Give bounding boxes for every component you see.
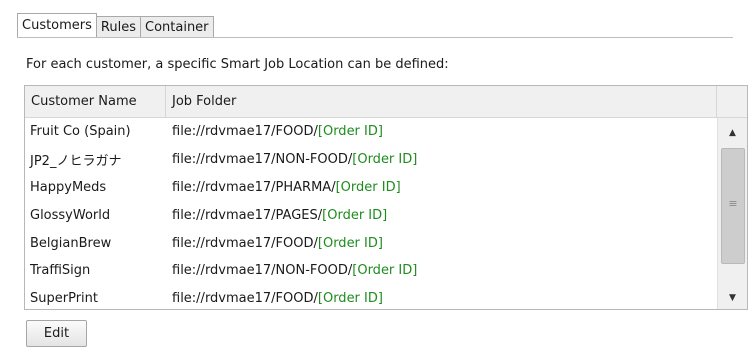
scroll-down-icon[interactable]: ▼ <box>718 293 747 303</box>
table-row[interactable]: TraffiSign file://rdvmae17/NON-FOOD/[Ord… <box>25 257 717 285</box>
order-id-token: [Order ID] <box>317 235 383 251</box>
edit-button[interactable]: Edit <box>26 320 87 347</box>
tab-customers[interactable]: Customers <box>17 13 97 37</box>
job-folder-path: file://rdvmae17/NON-FOOD/ <box>172 152 353 168</box>
order-id-token: [Order ID] <box>322 207 388 223</box>
job-folder-path: file://rdvmae17/FOOD/ <box>172 124 318 140</box>
job-folder-cell: file://rdvmae17/PHARMA/[Order ID] <box>166 180 401 195</box>
tab-rules[interactable]: Rules <box>95 16 141 37</box>
order-id-token: [Order ID] <box>317 291 383 307</box>
column-header-customer-name[interactable]: Customer Name <box>25 86 166 117</box>
table-row[interactable]: BelgianBrew file://rdvmae17/FOOD/[Order … <box>25 229 717 257</box>
vertical-scrollbar[interactable]: ▲ ≡ ▼ <box>717 118 747 309</box>
customer-name-cell: BelgianBrew <box>30 235 112 251</box>
table-body: Fruit Co (Spain) file://rdvmae17/FOOD/[O… <box>25 118 717 309</box>
job-folder-path: file://rdvmae17/FOOD/ <box>172 291 318 307</box>
scroll-up-icon[interactable]: ▲ <box>718 128 747 138</box>
job-folder-cell: file://rdvmae17/NON-FOOD/[Order ID] <box>166 263 417 278</box>
order-id-token: [Order ID] <box>352 152 418 168</box>
job-folder-cell: file://rdvmae17/NON-FOOD/[Order ID] <box>166 152 417 167</box>
grip-icon: ≡ <box>728 197 738 210</box>
order-id-token: [Order ID] <box>317 124 383 140</box>
job-folder-cell: file://rdvmae17/FOOD/[Order ID] <box>166 124 383 139</box>
order-id-token: [Order ID] <box>352 263 418 279</box>
job-folder-path: file://rdvmae17/PAGES/ <box>172 207 323 223</box>
scrollbar-thumb[interactable]: ≡ <box>721 148 745 264</box>
table-row[interactable]: JP2_ノヒラガナ file://rdvmae17/NON-FOOD/[Orde… <box>25 146 717 174</box>
table-row[interactable]: GlossyWorld file://rdvmae17/PAGES/[Order… <box>25 201 717 229</box>
customer-name-cell: TraffiSign <box>30 263 91 279</box>
table-row[interactable]: Fruit Co (Spain) file://rdvmae17/FOOD/[O… <box>25 118 717 146</box>
customer-name-cell: HappyMeds <box>30 179 107 195</box>
job-folder-path: file://rdvmae17/NON-FOOD/ <box>172 263 353 279</box>
order-id-token: [Order ID] <box>335 179 401 195</box>
job-folder-path: file://rdvmae17/PHARMA/ <box>172 179 336 195</box>
description-text: For each customer, a specific Smart Job … <box>26 57 449 72</box>
customer-name-cell: JP2_ノヒラガナ <box>30 154 122 170</box>
job-folder-cell: file://rdvmae17/FOOD/[Order ID] <box>166 236 383 251</box>
tab-bar: Customers Rules Container <box>17 13 214 37</box>
customer-name-cell: GlossyWorld <box>30 207 111 223</box>
header-corner <box>716 86 747 117</box>
table-row[interactable]: SuperPrint file://rdvmae17/FOOD/[Order I… <box>25 285 717 309</box>
customer-name-cell: Fruit Co (Spain) <box>30 124 131 140</box>
job-folder-path: file://rdvmae17/FOOD/ <box>172 235 318 251</box>
table-header: Customer Name Job Folder <box>25 86 747 118</box>
customer-table: Customer Name Job Folder Fruit Co (Spain… <box>24 85 748 310</box>
column-header-job-folder[interactable]: Job Folder <box>166 86 716 117</box>
job-folder-cell: file://rdvmae17/FOOD/[Order ID] <box>166 291 383 306</box>
table-row[interactable]: HappyMeds file://rdvmae17/PHARMA/[Order … <box>25 174 717 202</box>
tab-container[interactable]: Container <box>140 16 214 37</box>
job-folder-cell: file://rdvmae17/PAGES/[Order ID] <box>166 208 387 223</box>
tab-divider <box>17 37 733 38</box>
customer-name-cell: SuperPrint <box>30 291 98 307</box>
